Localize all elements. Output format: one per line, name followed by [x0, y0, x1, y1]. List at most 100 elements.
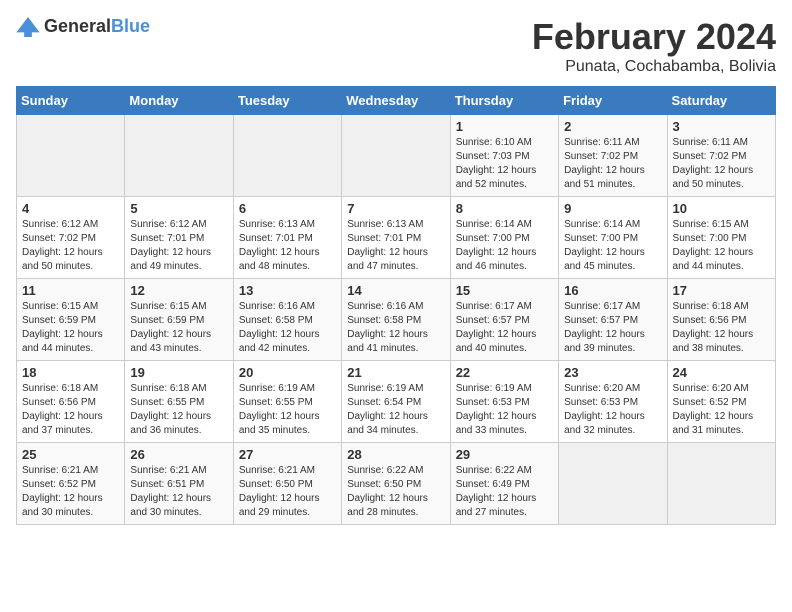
day-info: Sunrise: 6:11 AM Sunset: 7:02 PM Dayligh…	[673, 136, 770, 192]
day-number: 17	[673, 283, 770, 298]
day-info: Sunrise: 6:17 AM Sunset: 6:57 PM Dayligh…	[456, 300, 553, 356]
calendar-cell	[342, 115, 450, 197]
day-number: 19	[130, 365, 227, 380]
calendar-cell: 29Sunrise: 6:22 AM Sunset: 6:49 PM Dayli…	[450, 443, 558, 525]
calendar-table: SundayMondayTuesdayWednesdayThursdayFrid…	[16, 86, 776, 525]
calendar-cell: 2 Sunrise: 6:11 AM Sunset: 7:02 PM Daylig…	[559, 115, 667, 197]
day-info: Sunrise: 6:19 AM Sunset: 6:55 PM Dayligh…	[239, 382, 336, 438]
day-number: 1	[456, 119, 553, 134]
day-number: 5	[130, 201, 227, 216]
day-info: Sunrise: 6:18 AM Sunset: 6:55 PM Dayligh…	[130, 382, 227, 438]
header: GeneralBlue February 2024 Punata, Cochab…	[16, 16, 776, 76]
day-info: Sunrise: 6:16 AM Sunset: 6:58 PM Dayligh…	[239, 300, 336, 356]
calendar-cell: 21 Sunrise: 6:19 AM Sunset: 6:54 PM Dayli…	[342, 361, 450, 443]
day-info: Sunrise: 6:13 AM Sunset: 7:01 PM Dayligh…	[239, 218, 336, 274]
day-info: Sunrise: 6:15 AM Sunset: 6:59 PM Dayligh…	[130, 300, 227, 356]
day-number: 24	[673, 365, 770, 380]
calendar-cell: 25 Sunrise: 6:21 AM Sunset: 6:52 PM Dayli…	[17, 443, 125, 525]
day-number: 15	[456, 283, 553, 298]
calendar-header: SundayMondayTuesdayWednesdayThursdayFrid…	[17, 87, 776, 115]
day-of-week-friday: Friday	[559, 87, 667, 115]
day-info: Sunrise: 6:15 AM Sunset: 6:59 PM Dayligh…	[22, 300, 119, 356]
day-info: Sunrise: 6:14 AM Sunset: 7:00 PM Dayligh…	[564, 218, 661, 274]
day-number: 22	[456, 365, 553, 380]
calendar-cell: 27 Sunrise: 6:21 AM Sunset: 6:50 PM Dayli…	[233, 443, 341, 525]
calendar-cell: 16 Sunrise: 6:17 AM Sunset: 6:57 PM Dayli…	[559, 279, 667, 361]
calendar-cell: 4Sunrise: 6:12 AM Sunset: 7:02 PM Daylig…	[17, 197, 125, 279]
day-of-week-tuesday: Tuesday	[233, 87, 341, 115]
day-number: 8	[456, 201, 553, 216]
day-info: Sunrise: 6:10 AM Sunset: 7:03 PM Dayligh…	[456, 136, 553, 192]
day-number: 18	[22, 365, 119, 380]
day-number: 10	[673, 201, 770, 216]
day-number: 23	[564, 365, 661, 380]
day-number: 21	[347, 365, 444, 380]
day-number: 28	[347, 447, 444, 462]
calendar-week-4: 25 Sunrise: 6:21 AM Sunset: 6:52 PM Dayli…	[17, 443, 776, 525]
logo: GeneralBlue	[16, 16, 150, 37]
day-number: 29	[456, 447, 553, 462]
day-number: 11	[22, 283, 119, 298]
calendar-week-0: 1 Sunrise: 6:10 AM Sunset: 7:03 PM Daylig…	[17, 115, 776, 197]
day-of-week-sunday: Sunday	[17, 87, 125, 115]
day-of-week-wednesday: Wednesday	[342, 87, 450, 115]
calendar-cell: 13 Sunrise: 6:16 AM Sunset: 6:58 PM Dayli…	[233, 279, 341, 361]
day-number: 14	[347, 283, 444, 298]
day-number: 13	[239, 283, 336, 298]
day-number: 16	[564, 283, 661, 298]
day-info: Sunrise: 6:12 AM Sunset: 7:01 PM Dayligh…	[130, 218, 227, 274]
day-info: Sunrise: 6:19 AM Sunset: 6:54 PM Dayligh…	[347, 382, 444, 438]
day-info: Sunrise: 6:21 AM Sunset: 6:51 PM Dayligh…	[130, 464, 227, 520]
calendar-cell: 5 Sunrise: 6:12 AM Sunset: 7:01 PM Daylig…	[125, 197, 233, 279]
calendar-cell: 14 Sunrise: 6:16 AM Sunset: 6:58 PM Dayli…	[342, 279, 450, 361]
subtitle: Punata, Cochabamba, Bolivia	[532, 58, 776, 76]
day-number: 25	[22, 447, 119, 462]
logo-blue-text: Blue	[111, 16, 150, 36]
calendar-cell: 7Sunrise: 6:13 AM Sunset: 7:01 PM Daylig…	[342, 197, 450, 279]
day-info: Sunrise: 6:20 AM Sunset: 6:52 PM Dayligh…	[673, 382, 770, 438]
calendar-cell: 18 Sunrise: 6:18 AM Sunset: 6:56 PM Dayli…	[17, 361, 125, 443]
logo-general-text: General	[44, 16, 111, 36]
day-number: 27	[239, 447, 336, 462]
calendar-cell: 20Sunrise: 6:19 AM Sunset: 6:55 PM Dayli…	[233, 361, 341, 443]
calendar-cell: 19 Sunrise: 6:18 AM Sunset: 6:55 PM Dayli…	[125, 361, 233, 443]
calendar-cell: 3 Sunrise: 6:11 AM Sunset: 7:02 PM Daylig…	[667, 115, 775, 197]
day-info: Sunrise: 6:12 AM Sunset: 7:02 PM Dayligh…	[22, 218, 119, 274]
days-of-week-row: SundayMondayTuesdayWednesdayThursdayFrid…	[17, 87, 776, 115]
calendar-cell: 22 Sunrise: 6:19 AM Sunset: 6:53 PM Dayli…	[450, 361, 558, 443]
day-of-week-saturday: Saturday	[667, 87, 775, 115]
calendar-week-1: 4Sunrise: 6:12 AM Sunset: 7:02 PM Daylig…	[17, 197, 776, 279]
day-number: 26	[130, 447, 227, 462]
main-title: February 2024	[532, 16, 776, 58]
day-info: Sunrise: 6:18 AM Sunset: 6:56 PM Dayligh…	[22, 382, 119, 438]
calendar-week-3: 18 Sunrise: 6:18 AM Sunset: 6:56 PM Dayli…	[17, 361, 776, 443]
day-info: Sunrise: 6:20 AM Sunset: 6:53 PM Dayligh…	[564, 382, 661, 438]
calendar-cell: 9 Sunrise: 6:14 AM Sunset: 7:00 PM Daylig…	[559, 197, 667, 279]
day-info: Sunrise: 6:19 AM Sunset: 6:53 PM Dayligh…	[456, 382, 553, 438]
calendar-cell: 6Sunrise: 6:13 AM Sunset: 7:01 PM Daylig…	[233, 197, 341, 279]
calendar-cell: 12Sunrise: 6:15 AM Sunset: 6:59 PM Dayli…	[125, 279, 233, 361]
day-number: 9	[564, 201, 661, 216]
day-info: Sunrise: 6:15 AM Sunset: 7:00 PM Dayligh…	[673, 218, 770, 274]
calendar-cell: 28 Sunrise: 6:22 AM Sunset: 6:50 PM Dayli…	[342, 443, 450, 525]
calendar-cell: 26 Sunrise: 6:21 AM Sunset: 6:51 PM Dayli…	[125, 443, 233, 525]
day-info: Sunrise: 6:21 AM Sunset: 6:50 PM Dayligh…	[239, 464, 336, 520]
day-info: Sunrise: 6:17 AM Sunset: 6:57 PM Dayligh…	[564, 300, 661, 356]
day-number: 3	[673, 119, 770, 134]
calendar-cell: 8Sunrise: 6:14 AM Sunset: 7:00 PM Daylig…	[450, 197, 558, 279]
day-info: Sunrise: 6:16 AM Sunset: 6:58 PM Dayligh…	[347, 300, 444, 356]
calendar-cell	[233, 115, 341, 197]
day-of-week-monday: Monday	[125, 87, 233, 115]
day-number: 2	[564, 119, 661, 134]
day-info: Sunrise: 6:13 AM Sunset: 7:01 PM Dayligh…	[347, 218, 444, 274]
calendar-cell: 11 Sunrise: 6:15 AM Sunset: 6:59 PM Dayli…	[17, 279, 125, 361]
calendar-week-2: 11 Sunrise: 6:15 AM Sunset: 6:59 PM Dayli…	[17, 279, 776, 361]
calendar-cell	[559, 443, 667, 525]
calendar-cell: 1 Sunrise: 6:10 AM Sunset: 7:03 PM Daylig…	[450, 115, 558, 197]
calendar-cell: 24 Sunrise: 6:20 AM Sunset: 6:52 PM Dayli…	[667, 361, 775, 443]
day-info: Sunrise: 6:22 AM Sunset: 6:50 PM Dayligh…	[347, 464, 444, 520]
day-info: Sunrise: 6:11 AM Sunset: 7:02 PM Dayligh…	[564, 136, 661, 192]
calendar-cell	[667, 443, 775, 525]
calendar-cell: 17Sunrise: 6:18 AM Sunset: 6:56 PM Dayli…	[667, 279, 775, 361]
day-info: Sunrise: 6:21 AM Sunset: 6:52 PM Dayligh…	[22, 464, 119, 520]
